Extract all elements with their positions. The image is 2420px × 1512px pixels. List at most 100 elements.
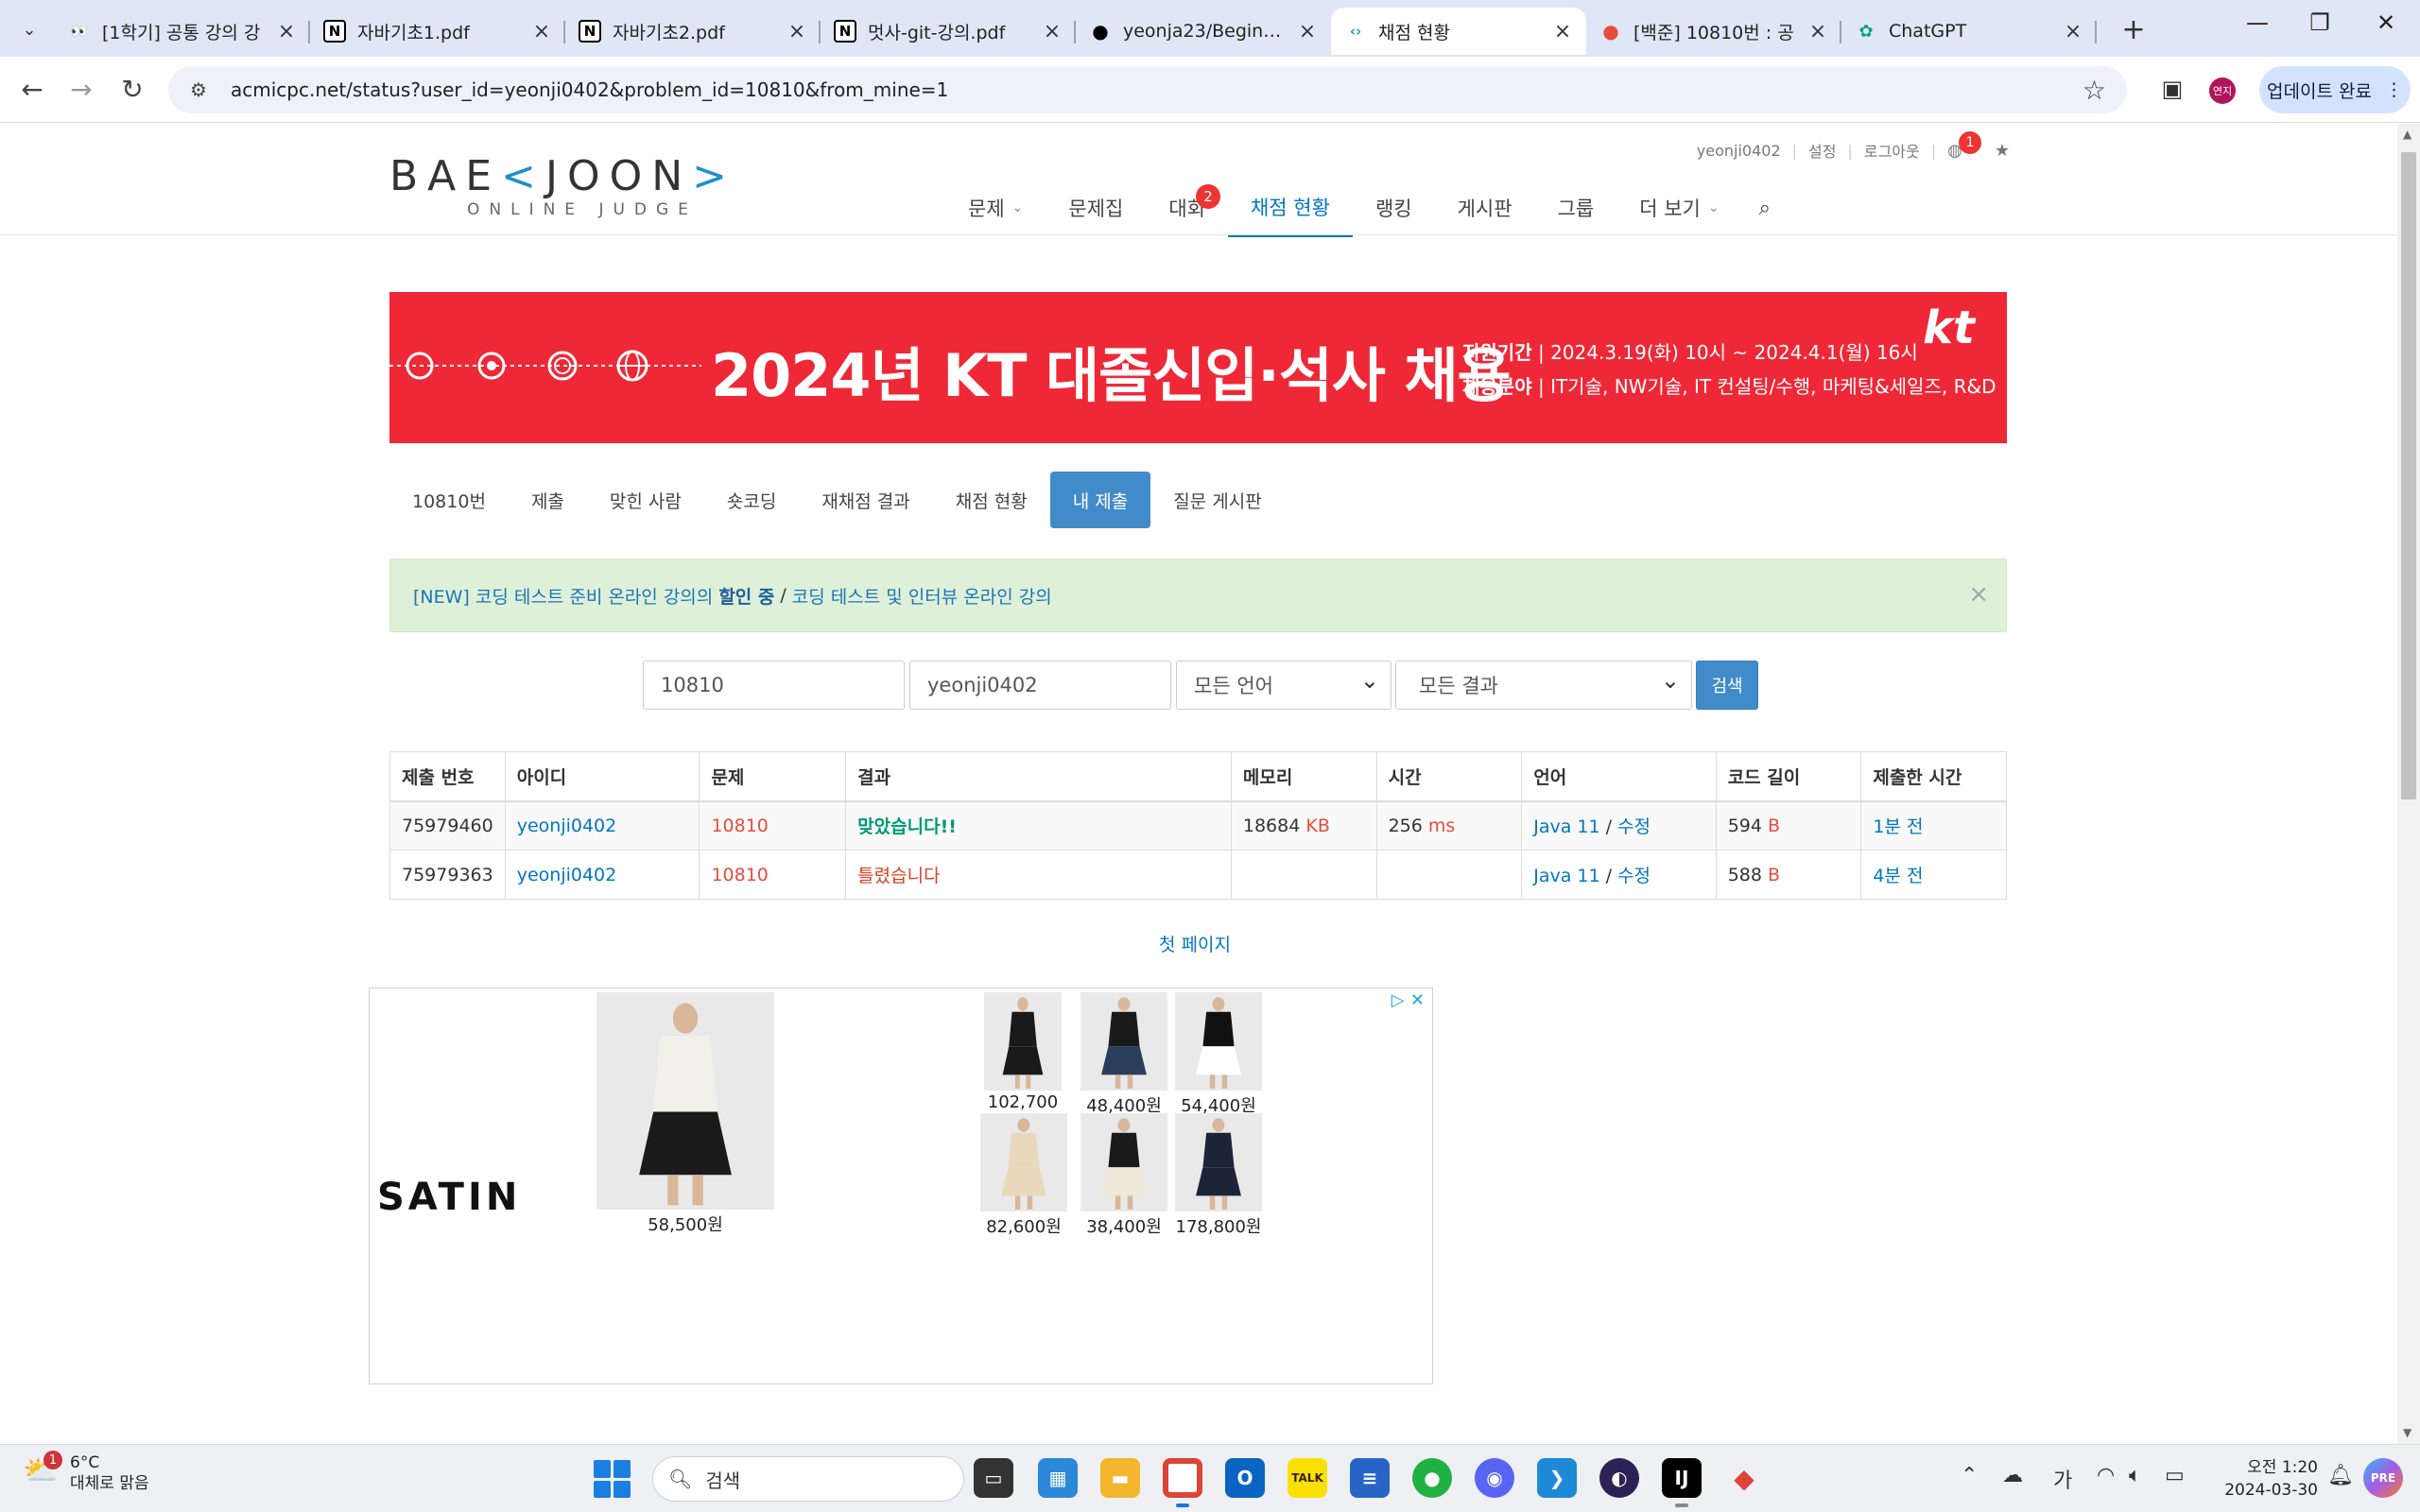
intellij-icon[interactable]: IJ bbox=[1662, 1458, 1702, 1498]
notes-app-icon[interactable]: ≡ bbox=[1350, 1458, 1390, 1498]
ad-product[interactable]: 54,400원 bbox=[1175, 992, 1262, 1117]
nav-item[interactable]: 게시판 bbox=[1435, 179, 1535, 237]
update-button[interactable]: 업데이트 완료 ⋮ bbox=[2259, 66, 2411, 113]
alert-close-icon[interactable]: × bbox=[1968, 580, 1989, 609]
first-page-link[interactable]: 첫 페이지 bbox=[1159, 931, 1231, 956]
notification-bell-icon[interactable]: 🔔︎ bbox=[2327, 1464, 2354, 1487]
username-link[interactable]: yeonji0402 bbox=[1697, 142, 1781, 160]
ad-product[interactable]: 48,400원 bbox=[1080, 992, 1167, 1117]
result-select[interactable]: 모든 결과 bbox=[1395, 661, 1692, 710]
edit-link[interactable]: 수정 bbox=[1617, 866, 1651, 886]
problem-tab[interactable]: 재채점 결과 bbox=[799, 472, 932, 528]
kt-recruit-banner[interactable]: 2024년 KT 대졸신입·석사 채용 지원기간 | 2024.3.19(화) … bbox=[389, 292, 2007, 443]
system-clock[interactable]: 오전 1:20 2024-03-30 bbox=[2212, 1456, 2318, 1502]
file-explorer-icon[interactable]: ▬ bbox=[1100, 1458, 1140, 1498]
settings-link[interactable]: 설정 bbox=[1808, 139, 1836, 162]
search-button[interactable]: 검색 bbox=[1696, 661, 1758, 710]
tab-close-icon[interactable]: × bbox=[1552, 20, 1573, 43]
ime-indicator[interactable]: 가 bbox=[2053, 1464, 2072, 1494]
problem-tab[interactable]: 10810번 bbox=[389, 472, 509, 528]
tab-close-icon[interactable]: × bbox=[1297, 20, 1318, 43]
submitted-time-link[interactable]: 1분 전 bbox=[1873, 816, 1923, 837]
minimize-button[interactable]: — bbox=[2238, 9, 2276, 36]
discord-icon[interactable]: ◉ bbox=[1475, 1458, 1514, 1498]
nav-item[interactable]: 문제 ⌄ bbox=[945, 179, 1046, 237]
tab-close-icon[interactable]: × bbox=[1042, 20, 1063, 43]
nav-item[interactable]: 그룹 bbox=[1535, 179, 1617, 237]
profile-avatar[interactable]: 연지 bbox=[2209, 77, 2236, 104]
ad-product[interactable]: 178,800원 bbox=[1175, 1113, 1262, 1238]
page-scrollbar[interactable]: ▲ ▼ bbox=[2397, 124, 2420, 1444]
favorite-star-icon[interactable]: ★ bbox=[1995, 141, 2010, 161]
problem-tab[interactable]: 채점 현황 bbox=[933, 472, 1050, 528]
scroll-up-icon[interactable]: ▲ bbox=[2403, 128, 2411, 141]
ad-product[interactable]: 38,400원 bbox=[1080, 1113, 1167, 1238]
bookmark-star-icon[interactable]: ☆ bbox=[2083, 75, 2106, 106]
onedrive-icon[interactable]: ☁ bbox=[2002, 1464, 2023, 1487]
side-panel-icon[interactable]: ▣ bbox=[2153, 70, 2191, 108]
address-bar[interactable]: ⚙ acmicpc.net/status?user_id=yeonji0402&… bbox=[168, 66, 2127, 113]
browser-tab[interactable]: N 멋사-git-강의.pdf × bbox=[821, 8, 1076, 55]
copilot-icon[interactable]: PRE bbox=[2363, 1458, 2403, 1498]
user-link[interactable]: yeonji0402 bbox=[517, 865, 617, 885]
nav-item[interactable]: 문제집 bbox=[1046, 179, 1146, 237]
url-text[interactable]: acmicpc.net/status?user_id=yeonji0402&pr… bbox=[231, 78, 2083, 101]
language-link[interactable]: Java 11 bbox=[1533, 866, 1599, 886]
tab-close-icon[interactable]: × bbox=[786, 20, 807, 43]
git-client-icon[interactable]: ◆ bbox=[1724, 1458, 1764, 1498]
wifi-icon[interactable]: ◠ bbox=[2097, 1464, 2115, 1487]
problem-link[interactable]: 10810 bbox=[711, 816, 768, 836]
browser-tab[interactable]: ● yeonja23/BeginnerJ × bbox=[1076, 8, 1331, 55]
submitted-time-link[interactable]: 4분 전 bbox=[1873, 866, 1923, 886]
notification-globe-icon[interactable]: ◍ 1 bbox=[1947, 130, 1982, 161]
ad-product[interactable]: 82,600원 bbox=[980, 1113, 1067, 1238]
nav-item[interactable]: 대회 2 bbox=[1146, 179, 1228, 237]
new-tab-button[interactable]: + bbox=[2118, 13, 2150, 46]
browser-tab[interactable]: ✿ ChatGPT × bbox=[1841, 8, 2097, 55]
tab-close-icon[interactable]: × bbox=[276, 20, 297, 43]
nav-item[interactable]: 더 보기 ⌄ bbox=[1616, 179, 1741, 237]
nav-item[interactable]: 채점 현황 bbox=[1227, 179, 1353, 237]
chrome-icon[interactable] bbox=[1163, 1458, 1202, 1498]
problem-tab[interactable]: 맞힌 사람 bbox=[587, 472, 704, 528]
advertisement[interactable]: SATIN ▷ ✕ 58,500원102,700원48,400원54,400원8… bbox=[369, 988, 1433, 1384]
start-button[interactable] bbox=[594, 1460, 631, 1498]
problem-link[interactable]: 10810 bbox=[711, 865, 768, 885]
eclipse-icon[interactable]: ◐ bbox=[1599, 1458, 1639, 1498]
tab-close-icon[interactable]: × bbox=[1807, 20, 1828, 43]
kakaotalk-icon[interactable]: TALK bbox=[1288, 1458, 1327, 1498]
browser-tab[interactable]: ● [백준] 10810번 : 공 × bbox=[1586, 8, 1841, 55]
problem-id-input[interactable]: 10810 bbox=[643, 661, 905, 710]
promo-link-2[interactable]: 코딩 테스트 및 인터뷰 온라인 강의 bbox=[792, 583, 1052, 609]
widgets-app-icon[interactable]: ▦ bbox=[1038, 1458, 1078, 1498]
problem-tab[interactable]: 숏코딩 bbox=[704, 472, 799, 528]
problem-tab[interactable]: 제출 bbox=[509, 472, 587, 528]
outlook-icon[interactable]: O bbox=[1225, 1458, 1265, 1498]
user-link[interactable]: yeonji0402 bbox=[517, 816, 617, 836]
scroll-down-icon[interactable]: ▼ bbox=[2403, 1426, 2411, 1439]
battery-icon[interactable]: ▭ bbox=[2165, 1464, 2185, 1487]
nav-item[interactable]: 랭킹 bbox=[1353, 179, 1435, 237]
promo-link-1[interactable]: [NEW] 코딩 테스트 준비 온라인 강의의 할인 중 bbox=[413, 583, 774, 609]
browser-tab[interactable]: N 자바기초1.pdf × bbox=[310, 8, 565, 55]
browser-tab[interactable]: 👀 [1학기] 공통 강의 강 × bbox=[55, 8, 310, 55]
task-view-icon[interactable]: ▭ bbox=[974, 1458, 1013, 1498]
tab-search-button[interactable]: ⌄ bbox=[13, 13, 45, 45]
restore-button[interactable]: ❐ bbox=[2301, 9, 2339, 36]
problem-tab[interactable]: 질문 게시판 bbox=[1150, 472, 1284, 528]
back-button[interactable]: ← bbox=[13, 70, 51, 108]
ad-product[interactable]: 58,500원 bbox=[596, 992, 774, 1236]
green-app-icon[interactable]: ● bbox=[1412, 1458, 1452, 1498]
tab-close-icon[interactable]: × bbox=[2063, 20, 2083, 43]
language-select[interactable]: 모든 언어 bbox=[1176, 661, 1392, 710]
volume-icon[interactable]: 🔈︎ bbox=[2129, 1464, 2141, 1487]
tray-overflow-icon[interactable]: ⌃ bbox=[1961, 1464, 1978, 1487]
browser-tab[interactable]: ‹› 채점 현황 × bbox=[1331, 8, 1586, 55]
tab-close-icon[interactable]: × bbox=[531, 20, 552, 43]
forward-button[interactable]: → bbox=[62, 70, 100, 108]
language-link[interactable]: Java 11 bbox=[1533, 816, 1599, 837]
weather-widget[interactable]: ⛅ 1 6°C 대체로 맑음 bbox=[23, 1451, 149, 1494]
site-info-icon[interactable]: ⚙ bbox=[178, 78, 219, 101]
reload-button[interactable]: ↻ bbox=[113, 70, 151, 108]
user-id-input[interactable]: yeonji0402 bbox=[909, 661, 1171, 710]
